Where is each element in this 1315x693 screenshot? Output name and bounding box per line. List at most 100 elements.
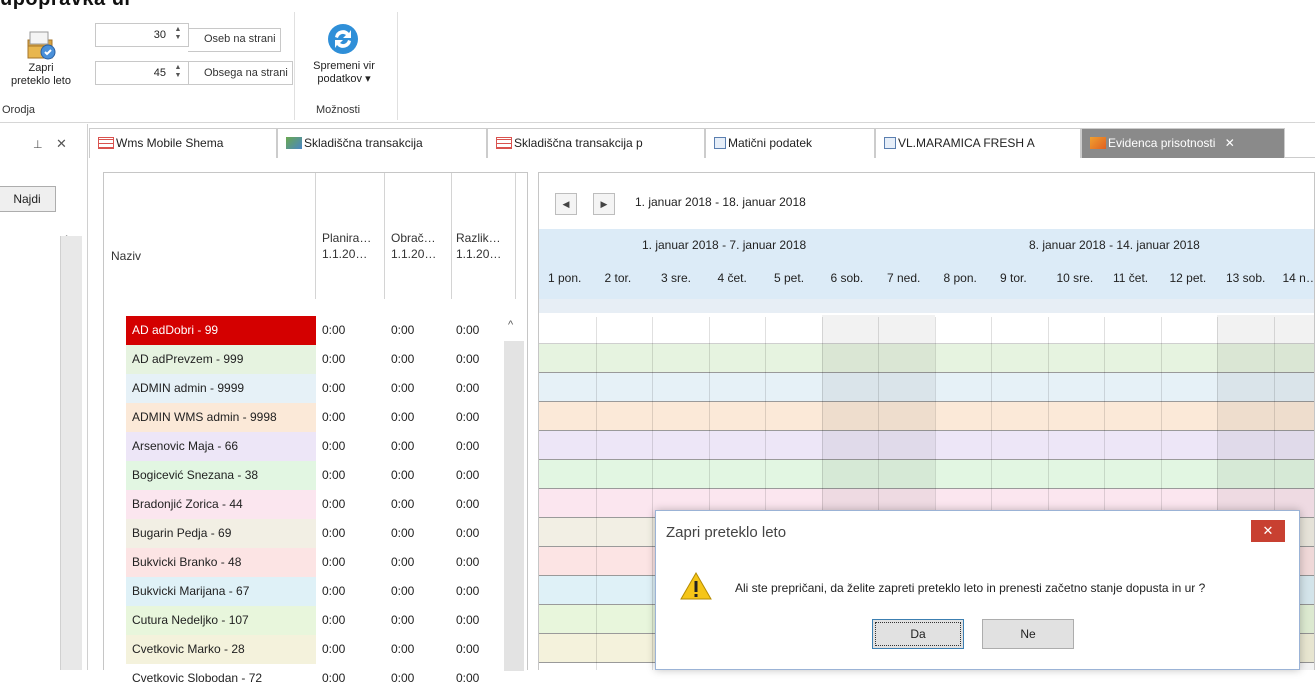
day-header: 9 tor.: [1000, 271, 1027, 285]
tab-label: Wms Mobile Shema: [116, 136, 223, 150]
table-row[interactable]: ADMIN admin - 99990:000:000:00: [104, 374, 524, 403]
table-icon: [496, 137, 512, 149]
hours-cell: 0:00: [456, 403, 512, 432]
tab-2[interactable]: Skladiščna transakcija: [277, 128, 487, 158]
tab-label: Skladiščna transakcija: [304, 136, 423, 150]
table-row[interactable]: Arsenovic Maja - 660:000:000:00: [104, 432, 524, 461]
warning-icon: [680, 571, 712, 601]
table-row[interactable]: Bugarin Pedja - 690:000:000:00: [104, 519, 524, 548]
no-button[interactable]: Ne: [982, 619, 1074, 649]
options-group-label: Možnosti: [316, 104, 360, 116]
day-header-strip: [539, 299, 1315, 313]
employee-name: Cvetkovic Slobodan - 72: [126, 664, 316, 693]
spinner-arrows-icon[interactable]: ▲▼: [172, 26, 184, 44]
table-row[interactable]: Bukvicki Branko - 480:000:000:00: [104, 548, 524, 577]
table-row[interactable]: AD adDobri - 990:000:000:00: [104, 316, 524, 345]
persons-per-page-label: Oseb na strani: [188, 28, 281, 52]
column-title: Planira…: [322, 231, 371, 245]
employee-name: AD adDobri - 99: [126, 316, 316, 345]
table-row[interactable]: Bukvicki Marijana - 670:000:000:00: [104, 577, 524, 606]
employee-name: Bogicević Snezana - 38: [126, 461, 316, 490]
column-header-difference[interactable]: Razlik… 1.1.20…: [452, 173, 516, 299]
transaction-icon: [286, 137, 302, 149]
hours-cell: 0:00: [391, 316, 447, 345]
close-year-icon: [22, 26, 58, 62]
tab-close-icon[interactable]: ✕: [1221, 136, 1234, 150]
hours-cell: 0:00: [456, 548, 512, 577]
table-row[interactable]: Cutura Nedeljko - 1070:000:000:00: [104, 606, 524, 635]
employee-grid: Naziv Planira… 1.1.20… Obrač… 1.1.20… Ra…: [103, 172, 528, 670]
period-range: 1. januar 2018 - 18. januar 2018: [635, 195, 806, 209]
column-subtitle: 1.1.20…: [322, 247, 367, 261]
change-data-source-button[interactable]: Spremeni vir podatkov ▾: [302, 18, 382, 98]
employee-name: Arsenovic Maja - 66: [126, 432, 316, 461]
employee-name: Bukvicki Marijana - 67: [126, 577, 316, 606]
column-subtitle: 1.1.20…: [391, 247, 436, 261]
day-gridline: [652, 317, 653, 670]
hours-cell: 0:00: [391, 577, 447, 606]
hours-cell: 0:00: [391, 345, 447, 374]
hours-cell: 0:00: [391, 432, 447, 461]
day-header: 7 ned.: [887, 271, 920, 285]
hours-cell: 0:00: [322, 403, 378, 432]
table-row[interactable]: ADMIN WMS admin - 99980:000:000:00: [104, 403, 524, 432]
day-header: 6 sob.: [831, 271, 864, 285]
hours-cell: 0:00: [456, 490, 512, 519]
hours-cell: 0:00: [322, 606, 378, 635]
yes-button[interactable]: Da: [872, 619, 964, 649]
hours-cell: 0:00: [322, 316, 378, 345]
table-row[interactable]: Cvetkovic Marko - 280:000:000:00: [104, 635, 524, 664]
hours-cell: 0:00: [391, 374, 447, 403]
close-year-button[interactable]: Zapri preteklo leto: [0, 18, 82, 106]
column-header-calculated[interactable]: Obrač… 1.1.20…: [385, 173, 452, 299]
find-button[interactable]: Najdi: [0, 186, 56, 212]
day-header: 2 tor.: [605, 271, 632, 285]
hours-cell: 0:00: [456, 635, 512, 664]
ribbon: upopravka ur Zapri preteklo leto Orodja …: [0, 0, 1315, 123]
employee-name: AD adPrevzem - 999: [126, 345, 316, 374]
tab-6[interactable]: Evidenca prisotnosti ✕: [1081, 128, 1285, 158]
table-row[interactable]: Bogicević Snezana - 380:000:000:00: [104, 461, 524, 490]
persons-per-page-value: 30: [154, 29, 166, 41]
table-row[interactable]: Cvetkovic Slobodan - 720:000:000:00: [104, 664, 524, 693]
column-title: Obrač…: [391, 231, 436, 245]
hours-cell: 0:00: [456, 345, 512, 374]
scope-per-page-spinner[interactable]: 45 ▲▼: [95, 61, 189, 85]
day-header: 8 pon.: [944, 271, 977, 285]
day-header: 5 pet.: [774, 271, 804, 285]
tab-3[interactable]: Skladiščna transakcija p: [487, 128, 705, 158]
day-header: 3 sre.: [661, 271, 691, 285]
tab-1[interactable]: Wms Mobile Shema: [89, 128, 277, 158]
close-icon[interactable]: ✕: [56, 136, 67, 152]
previous-period-button[interactable]: ◀: [555, 193, 577, 215]
dialog-close-button[interactable]: ✕: [1251, 520, 1285, 542]
tab-5[interactable]: VL.MARAMICA FRESH A: [875, 128, 1081, 158]
table-row[interactable]: AD adPrevzem - 9990:000:000:00: [104, 345, 524, 374]
column-subtitle: 1.1.20…: [456, 247, 501, 261]
column-header-name[interactable]: Naziv: [104, 173, 316, 299]
pin-icon[interactable]: ⊥: [33, 138, 43, 151]
hours-cell: 0:00: [391, 635, 447, 664]
panel-scrollbar[interactable]: [60, 236, 82, 670]
employee-name: Cutura Nedeljko - 107: [126, 606, 316, 635]
column-header-planned[interactable]: Planira… 1.1.20…: [316, 173, 385, 299]
hours-cell: 0:00: [456, 461, 512, 490]
tab-label: VL.MARAMICA FRESH A: [898, 136, 1035, 150]
hours-cell: 0:00: [322, 461, 378, 490]
tab-4[interactable]: Matični podatek: [705, 128, 875, 158]
tab-label: Skladiščna transakcija p: [514, 136, 643, 150]
hours-cell: 0:00: [322, 345, 378, 374]
hours-cell: 0:00: [456, 374, 512, 403]
column-title: Razlik…: [456, 231, 501, 245]
ribbon-separator: [397, 12, 398, 120]
next-period-button[interactable]: ▶: [593, 193, 615, 215]
day-header: 4 čet.: [718, 271, 747, 285]
spinner-arrows-icon[interactable]: ▲▼: [172, 64, 184, 82]
hours-cell: 0:00: [391, 490, 447, 519]
hours-cell: 0:00: [456, 316, 512, 345]
table-row[interactable]: Bradonjić Zorica - 440:000:000:00: [104, 490, 524, 519]
week-1-label: 1. januar 2018 - 7. januar 2018: [642, 238, 806, 252]
hours-cell: 0:00: [322, 432, 378, 461]
hours-cell: 0:00: [322, 664, 378, 693]
persons-per-page-spinner[interactable]: 30 ▲▼: [95, 23, 189, 47]
